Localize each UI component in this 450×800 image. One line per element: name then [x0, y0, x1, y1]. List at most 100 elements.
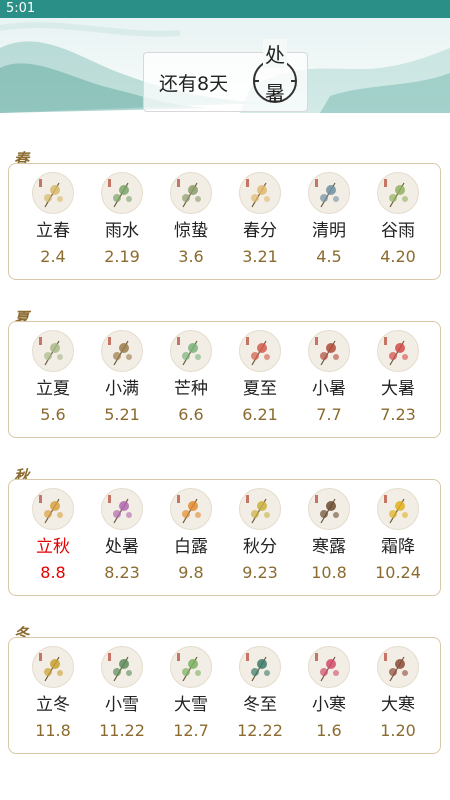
solar-term-name: 立秋 [36, 537, 70, 557]
solar-term-item[interactable]: 小雪 11.22 [87, 646, 157, 742]
solar-term-item[interactable]: 大雪 12.7 [156, 646, 226, 742]
plum-blossom-icon [32, 172, 74, 214]
countdown-card[interactable]: 还有8天 处 暑 [143, 39, 308, 112]
solar-term-name: 春分 [243, 221, 277, 241]
solar-term-item[interactable]: 小暑 7.7 [294, 330, 364, 426]
solar-term-date: 4.20 [380, 247, 416, 266]
solar-term-name: 雨水 [105, 221, 139, 241]
solar-term-name: 处暑 [105, 537, 139, 557]
solar-term-date: 8.23 [104, 563, 140, 582]
solar-term-item[interactable]: 立冬 11.8 [18, 646, 88, 742]
rice-dumpling-icon [32, 330, 74, 372]
wheat-icon [170, 330, 212, 372]
solar-term-item[interactable]: 立秋 8.8 [18, 488, 88, 584]
solar-term-date: 9.23 [242, 563, 278, 582]
solar-term-date: 8.8 [40, 563, 66, 582]
solar-term-name: 立春 [36, 221, 70, 241]
solar-term-name: 大暑 [381, 379, 415, 399]
solar-term-name: 立冬 [36, 695, 70, 715]
solar-term-item[interactable]: 处暑 8.23 [87, 488, 157, 584]
osmanthus-icon [239, 488, 281, 530]
solar-term-date: 7.7 [316, 405, 342, 424]
solar-term-date: 6.6 [178, 405, 204, 424]
solar-term-name: 秋分 [243, 537, 277, 557]
yellow-chrysanthemum-icon [377, 488, 419, 530]
solar-term-item[interactable]: 立春 2.4 [18, 172, 88, 268]
solar-term-name: 惊蛰 [174, 221, 208, 241]
solar-term-name: 小暑 [312, 379, 346, 399]
solar-term-date: 12.7 [173, 721, 209, 740]
tea-cup-icon [101, 646, 143, 688]
solar-term-name: 清明 [312, 221, 346, 241]
solar-term-name: 夏至 [243, 379, 277, 399]
status-time: 5:01 [6, 1, 36, 16]
solar-term-name: 霜降 [381, 537, 415, 557]
koi-fish-icon [239, 330, 281, 372]
solar-term-item[interactable]: 立夏 5.6 [18, 330, 88, 426]
lychee-icon [308, 330, 350, 372]
next-term-char-1: 处 [263, 39, 287, 68]
teapot-icon [239, 646, 281, 688]
solar-term-date: 1.20 [380, 721, 416, 740]
flower-branch-icon [239, 172, 281, 214]
solar-term-date: 11.8 [35, 721, 71, 740]
solar-term-date: 4.5 [316, 247, 342, 266]
solar-term-name: 冬至 [243, 695, 277, 715]
solar-term-item[interactable]: 大寒 1.20 [363, 646, 433, 742]
solar-term-name: 小雪 [105, 695, 139, 715]
solar-term-name: 立夏 [36, 379, 70, 399]
chrysanthemum-basket-icon [32, 488, 74, 530]
solar-term-item[interactable]: 雨水 2.19 [87, 172, 157, 268]
solar-term-item[interactable]: 大暑 7.23 [363, 330, 433, 426]
solar-term-item[interactable]: 秋分 9.23 [225, 488, 295, 584]
solar-term-date: 2.4 [40, 247, 66, 266]
season-card-winter: 立冬 11.8 小雪 11.22 大雪 12.7 冬至 12.22 小寒 1.6 大寒 1.20 [8, 637, 441, 754]
solar-term-item[interactable]: 惊蛰 3.6 [156, 172, 226, 268]
pumpkin-icon [170, 488, 212, 530]
solar-term-name: 寒露 [312, 537, 346, 557]
solar-term-date: 5.21 [104, 405, 140, 424]
solar-term-name: 大寒 [381, 695, 415, 715]
solar-term-date: 7.23 [380, 405, 416, 424]
tea-leaf-icon [377, 172, 419, 214]
solar-term-date: 5.6 [40, 405, 66, 424]
solar-term-name: 大雪 [174, 695, 208, 715]
solar-term-item[interactable]: 白露 9.8 [156, 488, 226, 584]
solar-term-name: 白露 [174, 537, 208, 557]
solar-term-item[interactable]: 夏至 6.21 [225, 330, 295, 426]
solar-term-date: 1.6 [316, 721, 342, 740]
solar-term-item[interactable]: 冬至 12.22 [225, 646, 295, 742]
solar-term-item[interactable]: 寒露 10.8 [294, 488, 364, 584]
red-plum-icon [308, 646, 350, 688]
solar-term-date: 9.8 [178, 563, 204, 582]
cabbage-icon [170, 646, 212, 688]
solar-term-name: 小满 [105, 379, 139, 399]
solar-term-item[interactable]: 小满 5.21 [87, 330, 157, 426]
solar-term-name: 谷雨 [381, 221, 415, 241]
solar-term-date: 3.21 [242, 247, 278, 266]
solar-term-item[interactable]: 小寒 1.6 [294, 646, 364, 742]
solar-term-date: 10.24 [375, 563, 421, 582]
solar-term-item[interactable]: 谷雨 4.20 [363, 172, 433, 268]
solar-term-item[interactable]: 春分 3.21 [225, 172, 295, 268]
solar-term-item[interactable]: 清明 4.5 [294, 172, 364, 268]
morning-glory-icon [101, 488, 143, 530]
solar-term-date: 3.6 [178, 247, 204, 266]
wine-jar-icon [308, 488, 350, 530]
solar-term-date: 10.8 [311, 563, 347, 582]
insect-icon [170, 172, 212, 214]
grain-bowl-icon [101, 330, 143, 372]
countdown-text: 还有8天 [159, 73, 229, 95]
steamer-icon [32, 646, 74, 688]
next-term-char-2: 暑 [265, 81, 285, 105]
season-card-summer: 立夏 5.6 小满 5.21 芒种 6.6 夏至 6.21 小暑 7.7 大暑 7.23 [8, 321, 441, 438]
bamboo-icon [101, 172, 143, 214]
watermelon-icon [377, 330, 419, 372]
solar-term-date: 12.22 [237, 721, 283, 740]
solar-term-date: 2.19 [104, 247, 140, 266]
solar-term-date: 6.21 [242, 405, 278, 424]
solar-term-date: 11.22 [99, 721, 145, 740]
solar-term-item[interactable]: 芒种 6.6 [156, 330, 226, 426]
solar-term-item[interactable]: 霜降 10.24 [363, 488, 433, 584]
season-card-autumn: 立秋 8.8 处暑 8.23 白露 9.8 秋分 9.23 寒露 10.8 霜降 10.24 [8, 479, 441, 596]
